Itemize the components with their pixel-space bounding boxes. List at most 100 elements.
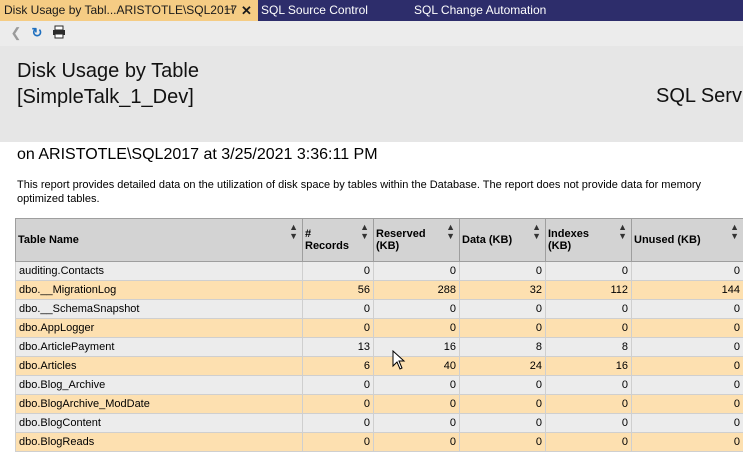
- document-tab-bar: Disk Usage by Tabl...ARISTOTLE\SQL2017 ⊣…: [0, 0, 743, 21]
- cell-unused: 0: [632, 395, 743, 414]
- cell-reserved: 0: [374, 395, 460, 414]
- cell-table-name: dbo.ArticlePayment: [16, 338, 303, 357]
- table-row: dbo.ArticlePayment 13 16 8 8 0: [16, 338, 743, 357]
- cell-reserved: 0: [374, 433, 460, 452]
- column-header-data[interactable]: Data (KB)▲▼: [460, 219, 546, 262]
- cell-indexes: 0: [546, 433, 632, 452]
- cell-data: 24: [460, 357, 546, 376]
- column-header-records[interactable]: # Records▲▼: [303, 219, 374, 262]
- report-title: Disk Usage by Table [SimpleTalk_1_Dev]: [17, 58, 199, 110]
- sort-icon[interactable]: ▲▼: [730, 223, 739, 241]
- cell-reserved: 288: [374, 281, 460, 300]
- mouse-cursor-icon: [392, 350, 406, 370]
- cell-records: 0: [303, 395, 374, 414]
- close-icon[interactable]: ✕: [241, 0, 252, 21]
- cell-reserved: 0: [374, 414, 460, 433]
- tab-label: SQL Change Automation: [414, 3, 546, 17]
- cell-indexes: 0: [546, 262, 632, 281]
- report-title-line2: [SimpleTalk_1_Dev]: [17, 84, 199, 110]
- back-icon[interactable]: ❮: [8, 25, 24, 41]
- table-row: dbo.BlogReads 0 0 0 0 0: [16, 433, 743, 452]
- table-row: dbo.BlogContent 0 0 0 0 0: [16, 414, 743, 433]
- tab-label: Disk Usage by Tabl...ARISTOTLE\SQL2017: [4, 0, 237, 21]
- cell-table-name: dbo.__SchemaSnapshot: [16, 300, 303, 319]
- cell-indexes: 0: [546, 300, 632, 319]
- report-description: This report provides detailed data on th…: [17, 178, 737, 206]
- tab-label: SQL Source Control: [261, 3, 368, 17]
- report-header: Disk Usage by Table [SimpleTalk_1_Dev] S…: [0, 46, 743, 142]
- column-header-reserved[interactable]: Reserved (KB)▲▼: [374, 219, 460, 262]
- cell-unused: 0: [632, 376, 743, 395]
- cell-data: 0: [460, 262, 546, 281]
- cell-data: 0: [460, 300, 546, 319]
- tab-sql-change-automation[interactable]: SQL Change Automation: [414, 0, 546, 21]
- disk-usage-table-container: Table Name▲▼ # Records▲▼ Reserved (KB)▲▼…: [15, 218, 743, 452]
- cell-data: 0: [460, 433, 546, 452]
- cell-unused: 0: [632, 300, 743, 319]
- cell-indexes: 8: [546, 338, 632, 357]
- sort-icon[interactable]: ▲▼: [618, 223, 627, 241]
- table-row: dbo.AppLogger 0 0 0 0 0: [16, 319, 743, 338]
- cell-data: 0: [460, 414, 546, 433]
- cell-reserved: 40: [374, 357, 460, 376]
- cell-records: 56: [303, 281, 374, 300]
- cell-table-name: dbo.Blog_Archive: [16, 376, 303, 395]
- brand-text: SQL Serv: [656, 83, 742, 109]
- column-header-table-name[interactable]: Table Name▲▼: [16, 219, 303, 262]
- header-label: Unused (KB): [634, 234, 741, 246]
- report-title-line1: Disk Usage by Table: [17, 58, 199, 84]
- sort-icon[interactable]: ▲▼: [532, 223, 541, 241]
- cell-indexes: 112: [546, 281, 632, 300]
- cell-data: 0: [460, 319, 546, 338]
- tab-sql-source-control[interactable]: SQL Source Control: [261, 0, 368, 21]
- cell-unused: 0: [632, 319, 743, 338]
- sort-icon[interactable]: ▲▼: [446, 223, 455, 241]
- cell-data: 0: [460, 376, 546, 395]
- cell-unused: 0: [632, 414, 743, 433]
- report-subtitle: on ARISTOTLE\SQL2017 at 3/25/2021 3:36:1…: [17, 145, 378, 165]
- cell-reserved: 16: [374, 338, 460, 357]
- table-row: dbo.BlogArchive_ModDate 0 0 0 0 0: [16, 395, 743, 414]
- cell-records: 0: [303, 376, 374, 395]
- cell-data: 8: [460, 338, 546, 357]
- cell-data: 32: [460, 281, 546, 300]
- cell-table-name: dbo.Articles: [16, 357, 303, 376]
- cell-table-name: auditing.Contacts: [16, 262, 303, 281]
- cell-table-name: dbo.BlogReads: [16, 433, 303, 452]
- cell-records: 0: [303, 433, 374, 452]
- table-row: dbo.__MigrationLog 56 288 32 112 144: [16, 281, 743, 300]
- pin-icon[interactable]: ⊣: [224, 0, 234, 21]
- cell-indexes: 0: [546, 319, 632, 338]
- cell-table-name: dbo.__MigrationLog: [16, 281, 303, 300]
- cell-unused: 0: [632, 357, 743, 376]
- sort-icon[interactable]: ▲▼: [360, 223, 369, 241]
- tab-disk-usage-report[interactable]: Disk Usage by Tabl...ARISTOTLE\SQL2017 ⊣…: [0, 0, 258, 21]
- cell-indexes: 0: [546, 395, 632, 414]
- column-header-indexes[interactable]: Indexes (KB)▲▼: [546, 219, 632, 262]
- cell-table-name: dbo.AppLogger: [16, 319, 303, 338]
- table-row: dbo.__SchemaSnapshot 0 0 0 0 0: [16, 300, 743, 319]
- cell-records: 0: [303, 414, 374, 433]
- cell-reserved: 0: [374, 262, 460, 281]
- cell-records: 0: [303, 300, 374, 319]
- cell-reserved: 0: [374, 376, 460, 395]
- header-label: Reserved (KB): [376, 228, 457, 252]
- cell-indexes: 16: [546, 357, 632, 376]
- table-header-row: Table Name▲▼ # Records▲▼ Reserved (KB)▲▼…: [16, 219, 743, 262]
- cell-table-name: dbo.BlogArchive_ModDate: [16, 395, 303, 414]
- cell-records: 6: [303, 357, 374, 376]
- cell-records: 0: [303, 262, 374, 281]
- cell-indexes: 0: [546, 376, 632, 395]
- cell-unused: 0: [632, 433, 743, 452]
- sort-icon[interactable]: ▲▼: [289, 223, 298, 241]
- cell-table-name: dbo.BlogContent: [16, 414, 303, 433]
- table-row: dbo.Articles 6 40 24 16 0: [16, 357, 743, 376]
- cell-records: 0: [303, 319, 374, 338]
- cell-unused: 0: [632, 338, 743, 357]
- column-header-unused[interactable]: Unused (KB)▲▼: [632, 219, 743, 262]
- refresh-icon[interactable]: ↻: [29, 25, 45, 41]
- report-toolbar: ❮ ↻: [0, 21, 743, 46]
- cell-indexes: 0: [546, 414, 632, 433]
- print-icon[interactable]: [51, 25, 67, 41]
- cell-records: 13: [303, 338, 374, 357]
